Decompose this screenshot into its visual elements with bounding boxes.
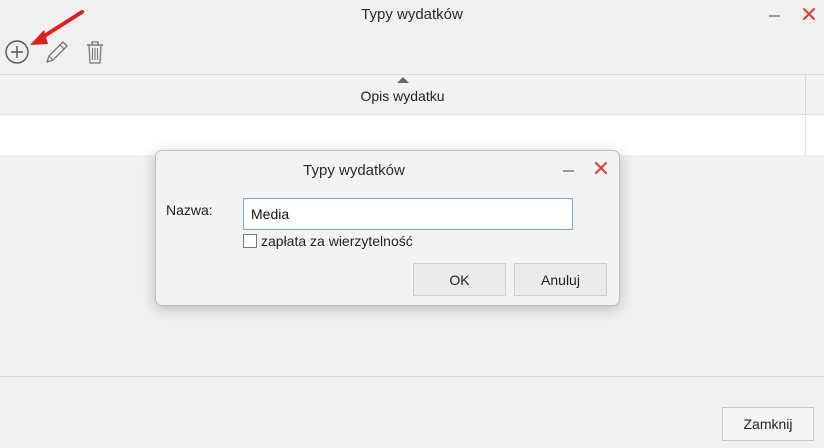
minimize-button[interactable] xyxy=(766,6,784,24)
column-divider xyxy=(805,75,806,116)
red-arrow-annotation xyxy=(30,10,84,45)
close-window-button[interactable] xyxy=(800,5,818,23)
debt-payment-checkbox-label: zapłata za wierzytelność xyxy=(261,233,413,249)
close-button[interactable]: Zamknij xyxy=(722,407,814,441)
table-header: Opis wydatku xyxy=(0,74,824,116)
dialog-minimize-button[interactable] xyxy=(560,161,578,179)
close-icon xyxy=(595,162,607,174)
name-input[interactable] xyxy=(243,198,573,230)
ok-button[interactable]: OK xyxy=(413,263,506,296)
dialog-close-button[interactable] xyxy=(592,159,610,177)
expense-type-dialog: Typy wydatków Nazwa: zapłata za wierzyte… xyxy=(155,150,620,306)
column-header-opis-wydatku[interactable]: Opis wydatku xyxy=(0,88,805,104)
name-label: Nazwa: xyxy=(166,202,213,218)
cancel-button[interactable]: Anuluj xyxy=(514,263,607,296)
main-window: Typy wydatków Opis wydatku Zamknij Typy … xyxy=(0,0,824,448)
footer-divider xyxy=(0,376,824,377)
close-icon xyxy=(803,8,815,20)
column-divider xyxy=(805,115,806,155)
debt-payment-checkbox-row[interactable]: zapłata za wierzytelność xyxy=(243,233,413,249)
dialog-title: Typy wydatków xyxy=(303,162,405,179)
debt-payment-checkbox[interactable] xyxy=(243,234,257,248)
window-title: Typy wydatków xyxy=(361,6,463,23)
table-row[interactable] xyxy=(0,115,824,155)
sort-ascending-icon xyxy=(397,77,409,83)
